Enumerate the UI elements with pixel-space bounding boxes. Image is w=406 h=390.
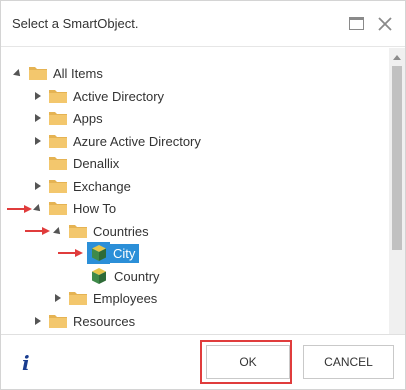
annotation-arrow-icon: [25, 227, 50, 235]
expand-toggle-icon[interactable]: [32, 135, 44, 147]
tree-item-resources[interactable]: Resources: [32, 310, 135, 332]
info-icon[interactable]: i: [22, 351, 30, 375]
tree-item-denallix[interactable]: Denallix: [48, 152, 119, 174]
folder-icon: [48, 178, 68, 194]
tree-item-label: How To: [73, 200, 117, 216]
smartobject-tree: All Items Active Directory Apps Azure Ac…: [1, 48, 389, 334]
expand-toggle-icon[interactable]: [32, 90, 44, 102]
folder-icon: [48, 200, 68, 216]
tree-item-label: Denallix: [73, 155, 120, 171]
tree-item-all-items[interactable]: All Items: [12, 62, 103, 84]
collapse-toggle-icon[interactable]: [52, 225, 64, 237]
folder-icon: [48, 133, 68, 149]
vertical-scrollbar[interactable]: [389, 48, 405, 334]
dialog-titlebar: Select a SmartObject.: [1, 1, 405, 47]
tree-item-exchange[interactable]: Exchange: [32, 175, 131, 197]
expand-toggle-icon[interactable]: [32, 180, 44, 192]
cancel-button[interactable]: CANCEL: [303, 345, 394, 379]
dialog-title: Select a SmartObject.: [12, 16, 139, 31]
tree-item-label: Employees: [93, 290, 158, 306]
tree-item-employees[interactable]: Employees: [52, 287, 157, 309]
tree-item-label: Countries: [93, 223, 149, 239]
expand-toggle-icon[interactable]: [52, 292, 64, 304]
tree-item-active-directory[interactable]: Active Directory: [32, 85, 164, 107]
select-smartobject-dialog: Select a SmartObject. All Items Active D…: [0, 0, 406, 390]
scrollbar-thumb[interactable]: [392, 66, 402, 250]
dialog-footer: i OK CANCEL: [1, 334, 405, 390]
tree-item-countries[interactable]: Countries: [52, 220, 149, 242]
tree-item-country[interactable]: Country: [90, 265, 160, 287]
folder-icon: [68, 223, 88, 239]
tree-item-label: Exchange: [73, 178, 131, 194]
ok-button[interactable]: OK: [206, 345, 290, 379]
scroll-up-arrow-icon[interactable]: [393, 55, 401, 60]
smartobject-icon: [87, 242, 110, 264]
folder-icon: [48, 313, 68, 329]
collapse-toggle-icon[interactable]: [12, 67, 24, 79]
expand-toggle-icon[interactable]: [32, 112, 44, 124]
tree-panel[interactable]: All Items Active Directory Apps Azure Ac…: [1, 48, 405, 334]
tree-item-label: Resources: [73, 313, 136, 329]
tree-item-how-to[interactable]: How To: [32, 197, 116, 219]
expand-toggle-icon[interactable]: [32, 315, 44, 327]
tree-item-label: City: [110, 243, 140, 263]
folder-icon: [48, 155, 68, 171]
tree-item-label: All Items: [53, 65, 103, 81]
folder-icon: [68, 290, 88, 306]
folder-icon: [28, 65, 48, 81]
tree-item-city[interactable]: City: [87, 242, 140, 264]
tree-item-apps[interactable]: Apps: [32, 107, 103, 129]
tree-item-label: Apps: [73, 110, 103, 126]
close-icon[interactable]: [376, 15, 394, 33]
folder-icon: [48, 88, 68, 104]
tree-item-label: Active Directory: [73, 88, 165, 104]
tree-item-label: Country: [114, 268, 160, 284]
annotation-arrow-icon: [7, 205, 32, 213]
tree-item-label: Azure Active Directory: [73, 133, 201, 149]
maximize-icon[interactable]: [348, 15, 366, 33]
annotation-arrow-icon: [58, 249, 83, 257]
folder-icon: [48, 110, 68, 126]
tree-item-azure-active-directory[interactable]: Azure Active Directory: [32, 130, 201, 152]
smartobject-icon: [90, 267, 108, 285]
